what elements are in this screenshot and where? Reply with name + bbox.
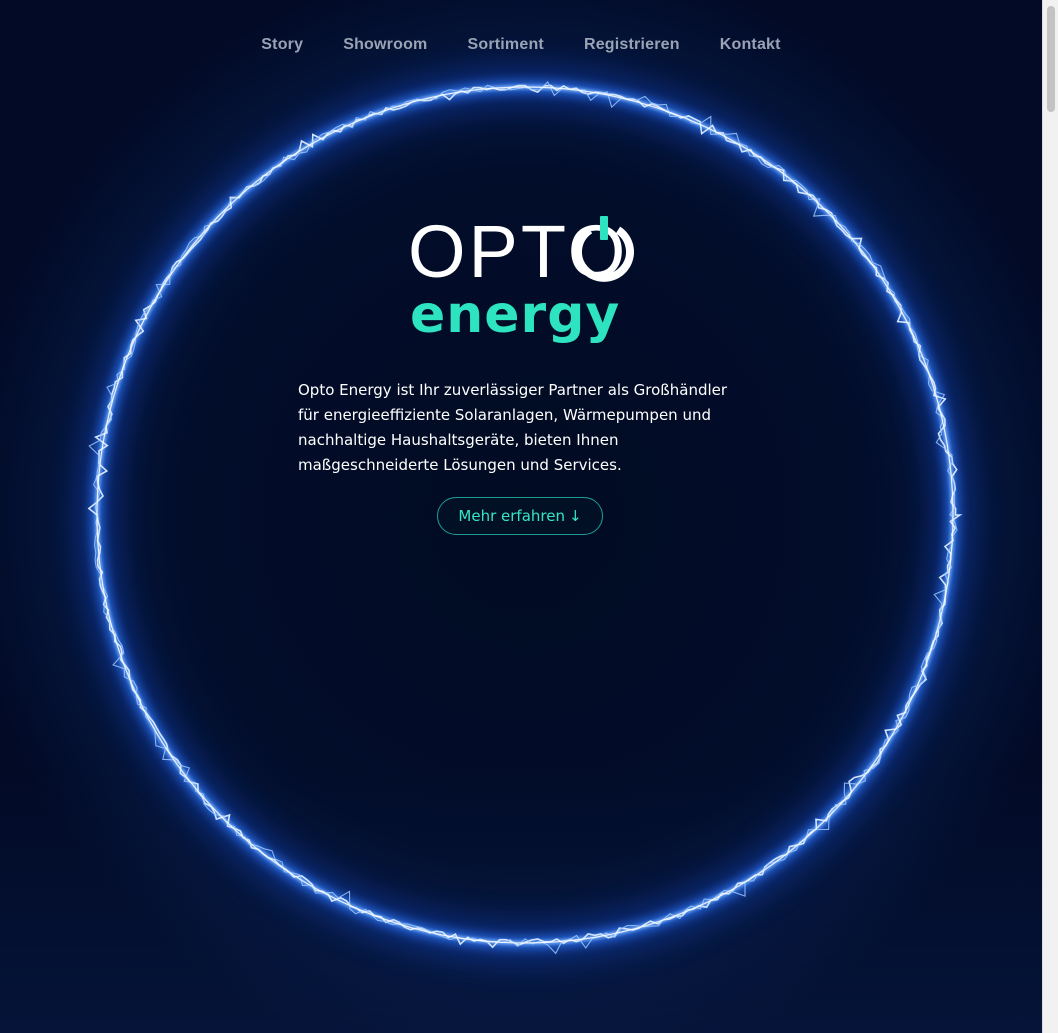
vertical-scrollbar[interactable] [1042,0,1058,1033]
main-nav: Story Showroom Sortiment Registrieren Ko… [0,36,1042,54]
logo-wordmark-energy: energy [410,285,621,345]
mehr-erfahren-button[interactable]: Mehr erfahren ↓ [437,497,603,535]
nav-item-story[interactable]: Story [261,36,303,54]
mehr-erfahren-label: Mehr erfahren [458,507,565,525]
hero-page: Story Showroom Sortiment Registrieren Ko… [0,0,1042,1033]
opto-energy-logo: OPTO energy [408,212,640,352]
arrow-down-icon: ↓ [568,507,582,525]
nav-item-showroom[interactable]: Showroom [343,36,427,54]
scrollbar-thumb[interactable] [1047,6,1055,112]
nav-item-kontakt[interactable]: Kontakt [720,36,781,54]
nav-item-sortiment[interactable]: Sortiment [467,36,543,54]
power-icon [574,216,634,282]
nav-item-registrieren[interactable]: Registrieren [584,36,680,54]
intro-text: Opto Energy ist Ihr zuverlässiger Partne… [298,381,728,474]
